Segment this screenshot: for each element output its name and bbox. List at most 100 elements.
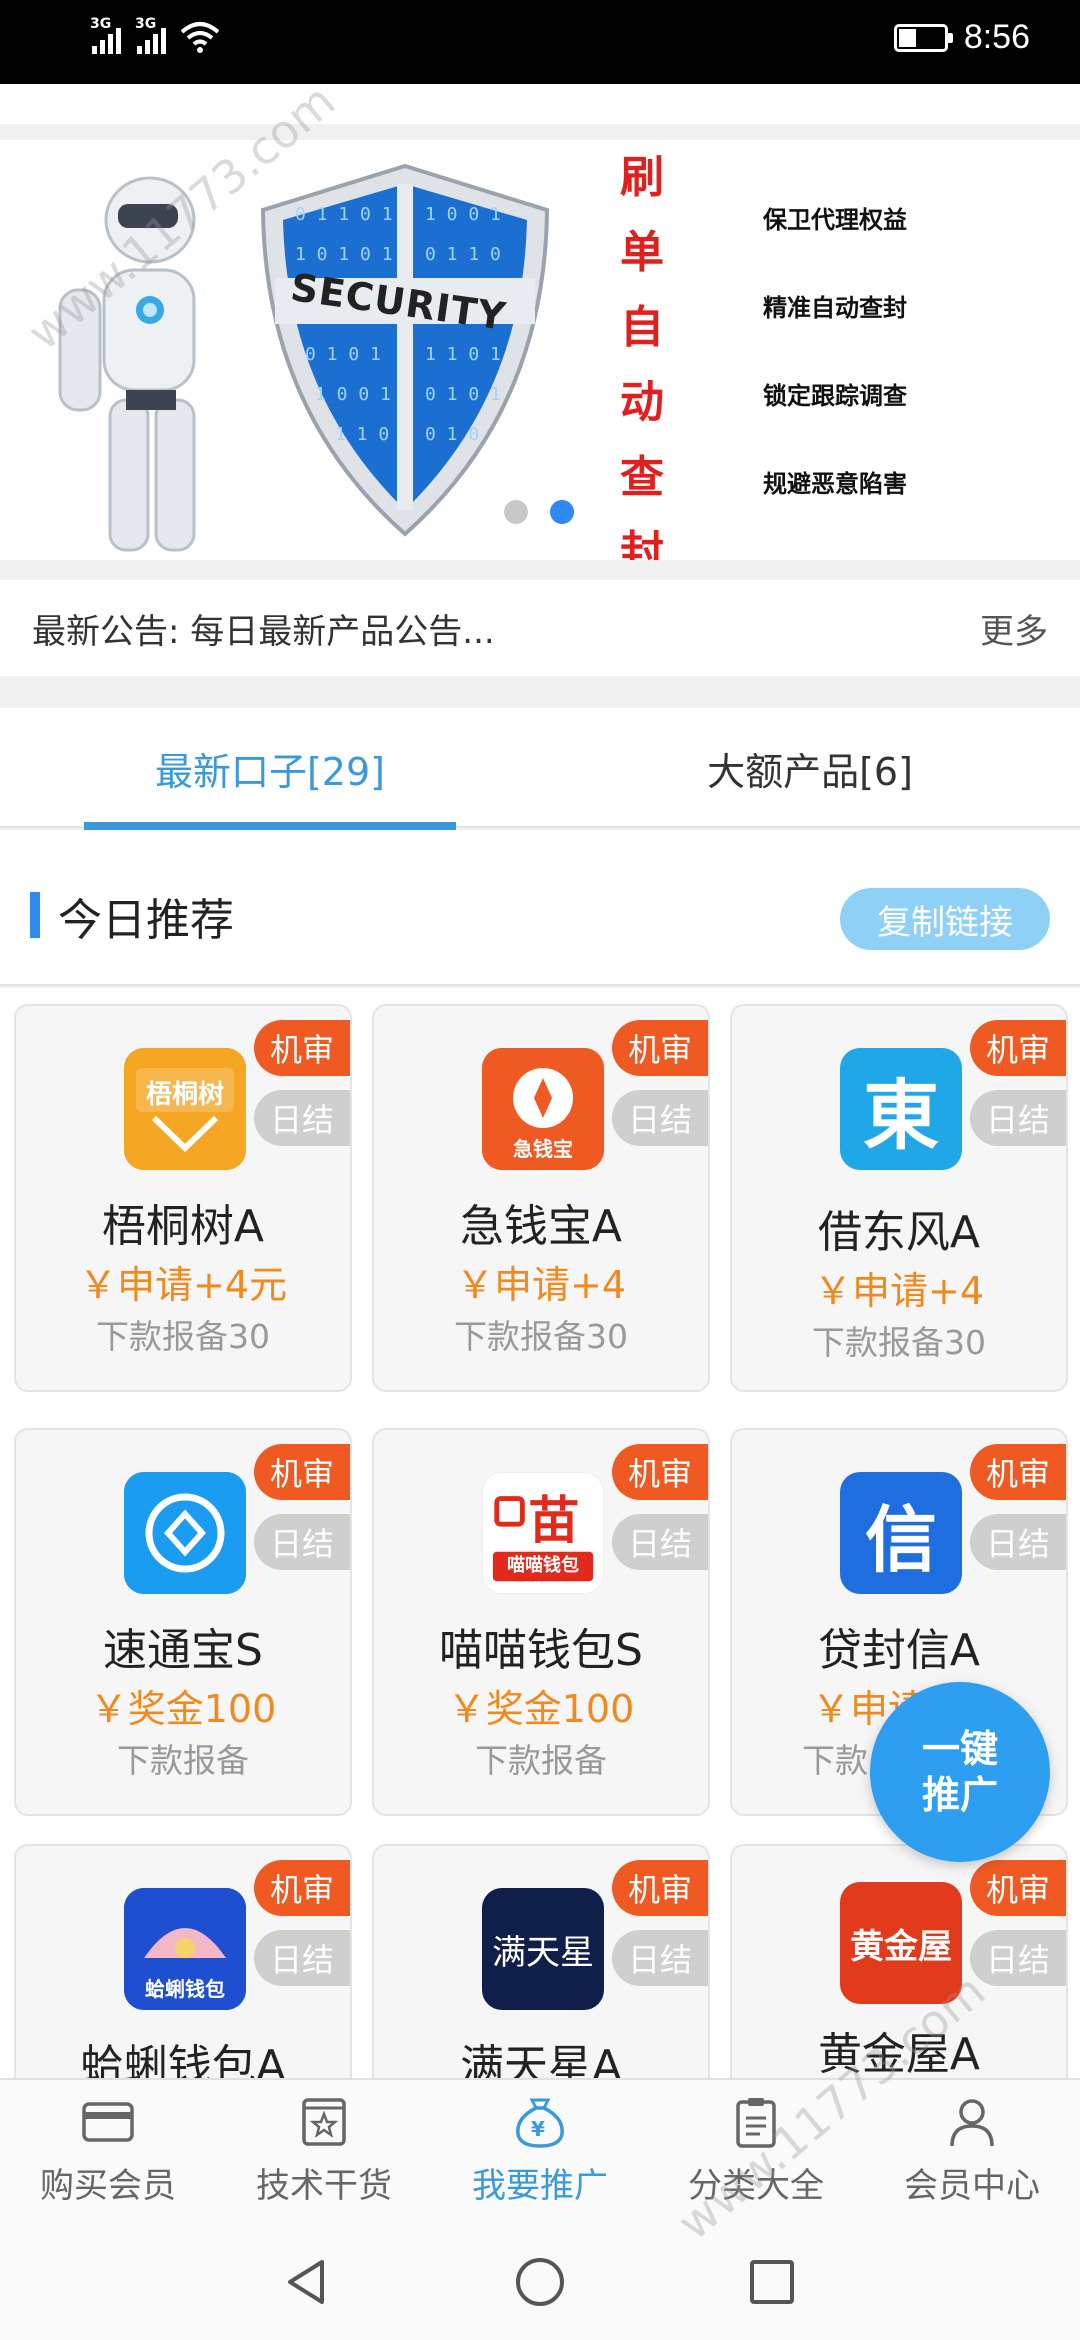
bottom-navigation: 购买会员 技术干货 ¥ 我要推广 分类大全 会员中心 bbox=[0, 2078, 1080, 2220]
product-note: 下款报备30 bbox=[454, 1317, 628, 1356]
product-note: 下款报备30 bbox=[812, 1323, 986, 1362]
product-card[interactable]: 机审 日结 速通宝S ￥奖金100 下款报备 bbox=[14, 1428, 352, 1816]
back-icon[interactable] bbox=[280, 2256, 332, 2308]
product-card[interactable]: 急钱宝 机审 日结 急钱宝A ￥申请+4 下款报备30 bbox=[372, 1004, 710, 1392]
banner-feature: 锁定跟踪调查 bbox=[763, 382, 907, 410]
product-reward: ￥奖金100 bbox=[447, 1687, 635, 1731]
card-icon bbox=[82, 2101, 134, 2142]
tab-large-amount[interactable]: 大额产品[6] bbox=[620, 708, 1000, 828]
logo-text: 黄金屋 bbox=[850, 1926, 952, 1967]
logo-text: 喵喵钱包 bbox=[507, 1555, 579, 1576]
daifengxin-logo-icon: 信 bbox=[840, 1472, 962, 1594]
svg-text:0 1 0: 0 1 0 bbox=[425, 424, 479, 445]
machine-review-badge: 机审 bbox=[970, 1444, 1066, 1500]
product-reward: ￥申请+4 bbox=[813, 1269, 985, 1313]
copy-link-button[interactable]: 复制链接 bbox=[840, 888, 1050, 950]
product-card[interactable]: 满天星 机审 日结 满天星A bbox=[372, 1844, 710, 2078]
logo-text: 信 bbox=[864, 1497, 937, 1582]
machine-review-badge: 机审 bbox=[254, 1860, 350, 1916]
system-navigation-bar bbox=[0, 2220, 1080, 2340]
product-note: 下款报备30 bbox=[96, 1317, 270, 1356]
one-click-promote-button[interactable]: 一键 推广 bbox=[870, 1682, 1050, 1862]
svg-text:¥: ¥ bbox=[531, 2117, 545, 2141]
product-reward: ￥申请+4 bbox=[455, 1263, 627, 1307]
title-char: 封 bbox=[620, 527, 664, 560]
daily-settle-badge: 日结 bbox=[254, 1514, 350, 1570]
machine-review-badge: 机审 bbox=[254, 1020, 350, 1076]
title-char: 刷 bbox=[620, 152, 664, 203]
nav-buy-membership[interactable]: 购买会员 bbox=[0, 2080, 216, 2220]
product-name: 速通宝S bbox=[103, 1625, 263, 1676]
network-type-2: 3G bbox=[135, 16, 157, 32]
logo-text: 急钱宝 bbox=[513, 1137, 573, 1161]
product-card[interactable]: 苗 喵喵钱包 机审 日结 喵喵钱包S ￥奖金100 下款报备 bbox=[372, 1428, 710, 1816]
title-char: 查 bbox=[620, 452, 664, 503]
product-name: 蛤蜊钱包A bbox=[79, 2041, 287, 2078]
daily-settle-badge: 日结 bbox=[612, 1514, 708, 1570]
svg-text:1 0 0 1: 1 0 0 1 bbox=[315, 384, 391, 405]
logo-text: 蛤蜊钱包 bbox=[145, 1977, 225, 2001]
product-card[interactable]: 梧桐树 机审 日结 梧桐树A ￥申请+4元 下款报备30 bbox=[14, 1004, 352, 1392]
star-box-icon bbox=[302, 2097, 346, 2146]
mantianxing-logo-icon: 满天星 bbox=[482, 1888, 604, 2010]
daily-settle-badge: 日结 bbox=[254, 1930, 350, 1986]
nav-label: 会员中心 bbox=[904, 2165, 1040, 2206]
machine-review-badge: 机审 bbox=[970, 1020, 1066, 1076]
daily-settle-badge: 日结 bbox=[970, 1090, 1066, 1146]
banner-feature: 保卫代理权益 bbox=[763, 206, 907, 234]
nav-label: 我要推广 bbox=[472, 2165, 608, 2206]
carousel-dot-active[interactable] bbox=[550, 500, 574, 524]
geli-wallet-logo-icon: 蛤蜊钱包 bbox=[124, 1888, 246, 2010]
banner-feature: 规避恶意陷害 bbox=[763, 470, 907, 498]
fab-line-2: 推广 bbox=[921, 1773, 998, 1817]
logo-text: 梧桐树 bbox=[145, 1080, 224, 1110]
title-char: 自 bbox=[620, 302, 664, 353]
security-shield-image: 0 1 1 0 1 1 0 0 1 1 0 1 0 1 0 1 1 0 0 1 … bbox=[260, 163, 550, 537]
product-tabs: 最新口子[29] 大额产品[6] bbox=[0, 708, 1080, 828]
banner-vertical-title: 刷 单 自 动 查 封 bbox=[612, 140, 672, 560]
machine-review-badge: 机审 bbox=[612, 1444, 708, 1500]
clock: 8:56 bbox=[963, 18, 1030, 56]
svg-text:1 0 0 1: 1 0 0 1 bbox=[425, 204, 501, 225]
nav-member-center[interactable]: 会员中心 bbox=[864, 2080, 1080, 2220]
wutongshu-logo-icon: 梧桐树 bbox=[124, 1048, 246, 1170]
section-header: 今日推荐 复制链接 bbox=[0, 830, 1080, 986]
announcement-bar[interactable]: 最新公告: 每日最新产品公告... 更多 bbox=[0, 580, 1080, 676]
svg-text:1 1 0 1: 1 1 0 1 bbox=[425, 344, 501, 365]
title-char: 动 bbox=[620, 377, 664, 428]
product-name: 急钱宝A bbox=[459, 1201, 623, 1252]
svg-text:0 1 0 1: 0 1 0 1 bbox=[305, 344, 381, 365]
product-reward: ￥申请+4元 bbox=[78, 1263, 288, 1307]
battery-icon bbox=[893, 23, 953, 52]
logo-text: 東 bbox=[863, 1071, 939, 1160]
product-note: 下款报备 bbox=[117, 1741, 249, 1780]
carousel-dots bbox=[504, 500, 574, 524]
nav-label: 技术干货 bbox=[256, 2165, 392, 2206]
wifi-icon bbox=[180, 22, 220, 53]
machine-review-badge: 机审 bbox=[612, 1020, 708, 1076]
nav-promote[interactable]: ¥ 我要推广 bbox=[432, 2080, 648, 2220]
daily-settle-badge: 日结 bbox=[970, 1930, 1066, 1986]
svg-text:0 1 1 0 1: 0 1 1 0 1 bbox=[295, 204, 393, 225]
carousel-dot[interactable] bbox=[504, 500, 528, 524]
machine-review-badge: 机审 bbox=[612, 1860, 708, 1916]
section-title: 今日推荐 bbox=[58, 895, 234, 946]
home-icon[interactable] bbox=[514, 2256, 566, 2308]
product-card[interactable]: 東 机审 日结 借东风A ￥申请+4 下款报备30 bbox=[730, 1004, 1068, 1392]
svg-text:苗: 苗 bbox=[528, 1492, 579, 1551]
tab-latest[interactable]: 最新口子[29] bbox=[80, 708, 460, 828]
miaomiao-logo-icon: 苗 喵喵钱包 bbox=[482, 1472, 604, 1594]
nav-tech-articles[interactable]: 技术干货 bbox=[216, 2080, 432, 2220]
announcement-text[interactable]: 最新公告: 每日最新产品公告... bbox=[32, 604, 495, 653]
product-name: 借东风A bbox=[817, 1207, 981, 1258]
machine-review-badge: 机审 bbox=[970, 1860, 1066, 1916]
nav-label: 购买会员 bbox=[40, 2165, 176, 2206]
banner-feature-list: 保卫代理权益 精准自动查封 锁定跟踪调查 规避恶意陷害 bbox=[763, 200, 907, 552]
more-link[interactable]: 更多 bbox=[980, 604, 1048, 653]
recents-icon[interactable] bbox=[746, 2256, 798, 2308]
network-type-1: 3G bbox=[90, 16, 112, 32]
product-name: 贷封信A bbox=[817, 1625, 981, 1676]
product-card[interactable]: 蛤蜊钱包 机审 日结 蛤蜊钱包A bbox=[14, 1844, 352, 2078]
fab-line-1: 一键 bbox=[921, 1727, 998, 1771]
status-bar: 3G 3G 8:56 bbox=[0, 0, 1080, 84]
